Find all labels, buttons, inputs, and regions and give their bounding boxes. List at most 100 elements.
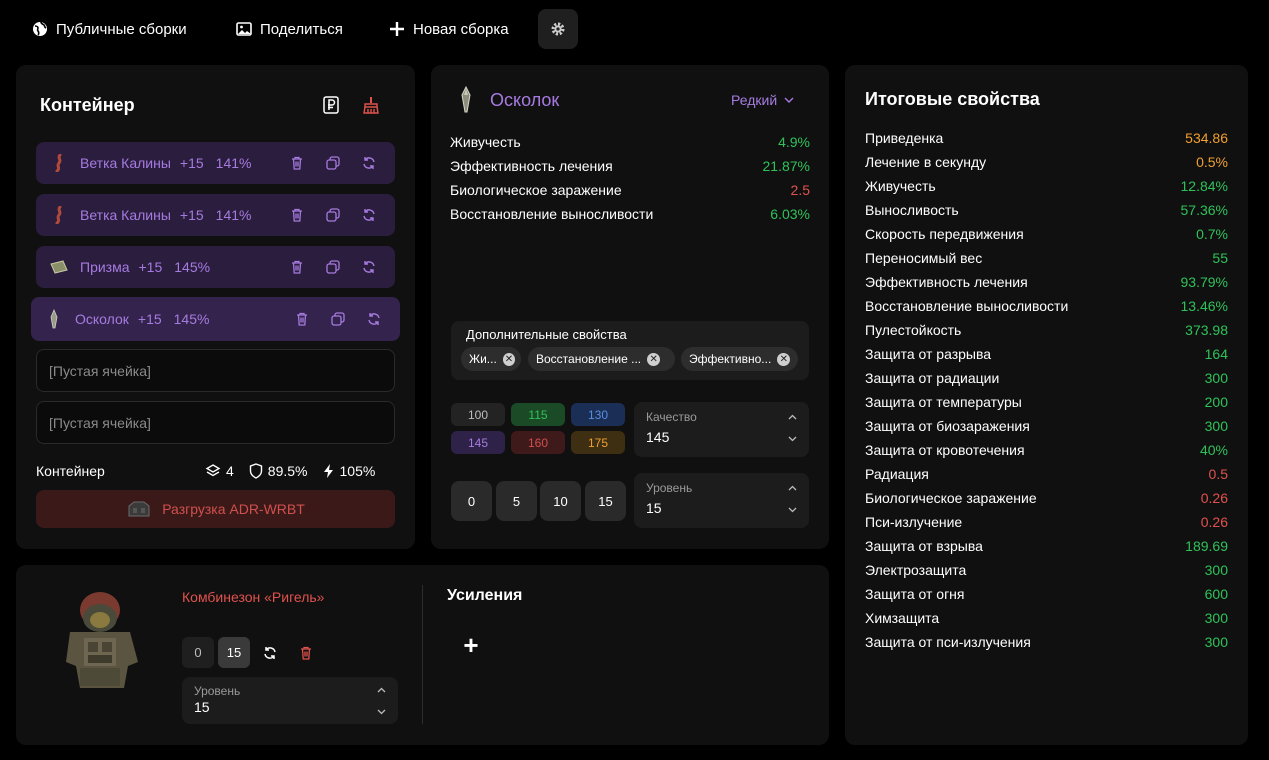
suit-refresh-button[interactable]	[254, 637, 286, 668]
suit-level-value: 15	[194, 699, 210, 715]
ruble-button[interactable]	[320, 94, 342, 116]
level-5-button[interactable]: 5	[496, 481, 537, 521]
quality-label: Качество	[646, 410, 697, 424]
stepper-chevrons[interactable]	[787, 485, 797, 513]
suit-delete-button[interactable]	[290, 637, 322, 668]
container-slot[interactable]: Ветка Калины +15 141%	[36, 194, 395, 236]
total-prop-row: Скорость передвижения 0.7%	[865, 226, 1228, 246]
total-prop-label: Переносимый вес	[865, 250, 983, 266]
total-prop-row: Химзащита 300	[865, 610, 1228, 630]
total-prop-row: Приведенка 534.86	[865, 130, 1228, 150]
quality-130-button[interactable]: 130	[571, 403, 625, 426]
empty-slot[interactable]: [Пустая ячейка]	[36, 401, 395, 444]
quality-160-button[interactable]: 160	[511, 431, 565, 454]
total-prop-label: Восстановление выносливости	[865, 298, 1069, 314]
settings-button[interactable]	[538, 9, 578, 49]
nav-share[interactable]: Поделиться	[236, 18, 343, 40]
total-prop-row: Выносливость 57.36%	[865, 202, 1228, 222]
chip-label: Эффективно...	[689, 352, 772, 366]
quality-145-button[interactable]: 145	[451, 431, 505, 454]
total-prop-value: 13.46%	[1180, 298, 1228, 314]
extra-property-chip[interactable]: Восстановление ... ✕	[528, 347, 675, 371]
extra-property-chip[interactable]: Жи... ✕	[461, 347, 521, 371]
trash-icon[interactable]	[289, 155, 305, 171]
gear-icon	[551, 22, 565, 36]
nav-share-label: Поделиться	[260, 20, 343, 38]
rarity-select[interactable]: Редкий	[731, 92, 794, 108]
stepper-chevrons[interactable]	[787, 414, 797, 442]
quality-value: 145	[646, 429, 670, 445]
prism-artefact-icon	[50, 257, 68, 277]
plus-icon	[390, 22, 404, 36]
total-prop-value: 373.98	[1185, 322, 1228, 338]
total-prop-value: 164	[1204, 346, 1228, 362]
chevron-up-icon[interactable]	[788, 485, 797, 491]
nav-public-builds[interactable]: Публичные сборки	[32, 18, 187, 40]
artefact-prop-row: Восстановление выносливости 6.03%	[450, 206, 810, 226]
suit-level-0-button[interactable]: 0	[182, 637, 214, 668]
container-slot-selected[interactable]: Осколок +15 145%	[31, 297, 400, 341]
suit-level-15-button[interactable]: 15	[218, 637, 250, 668]
total-prop-row: Эффективность лечения 93.79%	[865, 274, 1228, 294]
clear-button[interactable]	[360, 94, 382, 116]
suit-name: Комбинезон «Ригель»	[182, 589, 325, 605]
nav-public-builds-label: Публичные сборки	[56, 20, 187, 38]
total-prop-label: Приведенка	[865, 130, 944, 146]
remove-chip-icon[interactable]: ✕	[647, 352, 661, 366]
unload-button[interactable]: Разгрузка ADR-WRBT	[36, 490, 395, 528]
total-prop-value: 0.26	[1200, 514, 1228, 530]
add-boost-button[interactable]: +	[460, 630, 482, 660]
quality-115-button[interactable]: 115	[511, 403, 565, 426]
quality-select[interactable]: Качество 145	[634, 402, 809, 457]
container-slot[interactable]: Призма +15 145%	[36, 246, 395, 288]
chevron-down-icon[interactable]	[788, 507, 797, 513]
extra-property-chip[interactable]: Эффективно... ✕	[681, 347, 798, 371]
nav-new-build[interactable]: Новая сборка	[389, 18, 509, 40]
total-prop-row: Защита от пси-излучения 300	[865, 634, 1228, 654]
chevron-down-icon[interactable]	[377, 709, 386, 715]
total-prop-label: Пси-излучение	[865, 514, 963, 530]
chevron-up-icon[interactable]	[377, 687, 386, 693]
total-prop-row: Восстановление выносливости 13.46%	[865, 298, 1228, 318]
stepper-chevrons[interactable]	[376, 687, 386, 715]
copy-icon[interactable]	[325, 259, 341, 275]
copy-icon[interactable]	[325, 207, 341, 223]
shard-artefact-icon	[457, 85, 475, 119]
quality-175-button[interactable]: 175	[571, 431, 625, 454]
chevron-down-icon[interactable]	[788, 436, 797, 442]
level-select[interactable]: Уровень 15	[634, 473, 809, 528]
copy-icon[interactable]	[325, 155, 341, 171]
total-prop-value: 200	[1204, 394, 1228, 410]
trash-icon[interactable]	[289, 259, 305, 275]
trash-icon[interactable]	[294, 311, 310, 327]
total-prop-row: Электрозащита 300	[865, 562, 1228, 582]
prop-value: 2.5	[790, 182, 810, 198]
total-prop-label: Защита от температуры	[865, 394, 1022, 410]
slot-name: Ветка Калины	[80, 207, 171, 223]
suit-level-select[interactable]: Уровень 15	[182, 677, 398, 724]
divider	[422, 585, 423, 724]
total-prop-row: Биологическое заражение 0.26	[865, 490, 1228, 510]
ruble-icon	[323, 96, 339, 114]
boosts-title: Усиления	[447, 587, 523, 604]
level-10-button[interactable]: 10	[540, 481, 581, 521]
quality-100-button[interactable]: 100	[451, 403, 505, 426]
chevron-up-icon[interactable]	[788, 414, 797, 420]
slot-percent: 145%	[173, 311, 210, 327]
remove-chip-icon[interactable]: ✕	[502, 352, 515, 366]
empty-slot[interactable]: [Пустая ячейка]	[36, 349, 395, 392]
refresh-icon[interactable]	[361, 259, 377, 275]
total-prop-label: Эффективность лечения	[865, 274, 1028, 290]
container-slot[interactable]: Ветка Калины +15 141%	[36, 142, 395, 184]
refresh-icon[interactable]	[366, 311, 382, 327]
trash-icon[interactable]	[289, 207, 305, 223]
refresh-icon[interactable]	[361, 155, 377, 171]
artefact-prop-row: Живучесть 4.9%	[450, 134, 810, 154]
total-prop-label: Пулестойкость	[865, 322, 962, 338]
level-0-button[interactable]: 0	[451, 481, 492, 521]
total-prop-row: Переносимый вес 55	[865, 250, 1228, 270]
refresh-icon[interactable]	[361, 207, 377, 223]
level-15-button[interactable]: 15	[585, 481, 626, 521]
copy-icon[interactable]	[330, 311, 346, 327]
remove-chip-icon[interactable]: ✕	[777, 352, 791, 366]
